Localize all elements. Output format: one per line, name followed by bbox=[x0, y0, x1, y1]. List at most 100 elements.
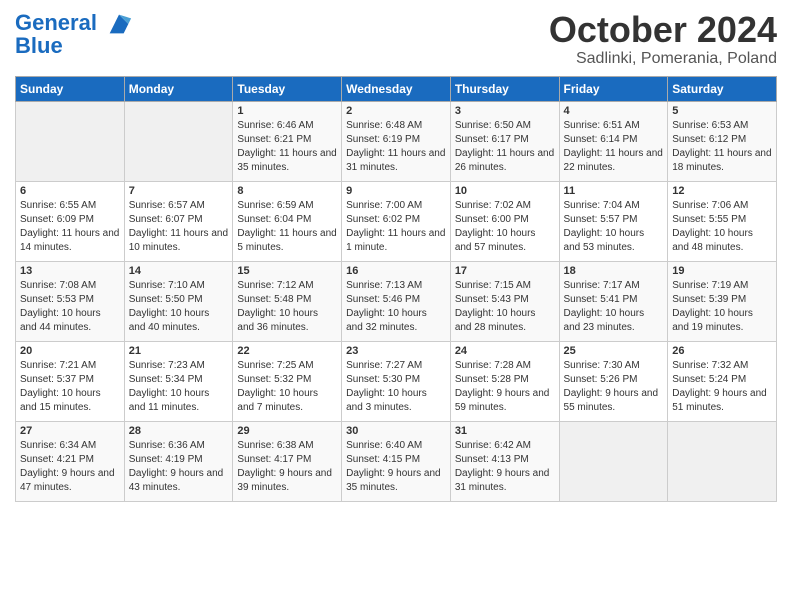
day-info: Sunrise: 7:19 AMSunset: 5:39 PMDaylight:… bbox=[672, 279, 772, 335]
calendar-cell: 9Sunrise: 7:00 AMSunset: 6:02 PMDaylight… bbox=[342, 181, 451, 261]
day-number: 13 bbox=[20, 265, 120, 277]
day-number: 7 bbox=[129, 185, 229, 197]
calendar-cell: 22 Sunrise: 7:25 AMSunset: 5:32 PMDayligh… bbox=[233, 341, 342, 421]
calendar-cell: 5Sunrise: 6:53 AMSunset: 6:12 PMDaylight… bbox=[668, 101, 777, 181]
day-info: Sunrise: 7:15 AMSunset: 5:43 PMDaylight:… bbox=[455, 279, 555, 335]
day-info: Sunrise: 7:08 AMSunset: 5:53 PMDaylight:… bbox=[20, 279, 120, 335]
day-number: 22 bbox=[237, 345, 337, 357]
day-number: 4 bbox=[564, 105, 664, 117]
day-info: Sunrise: 7:02 AMSunset: 6:00 PMDaylight:… bbox=[455, 199, 555, 255]
day-number: 3 bbox=[455, 105, 555, 117]
day-info: Sunrise: 7:04 AMSunset: 5:57 PMDaylight:… bbox=[564, 199, 664, 255]
day-number: 27 bbox=[20, 425, 120, 437]
day-number: 16 bbox=[346, 265, 446, 277]
day-header-friday: Friday bbox=[559, 76, 668, 101]
day-number: 30 bbox=[346, 425, 446, 437]
day-number: 28 bbox=[129, 425, 229, 437]
day-number: 12 bbox=[672, 185, 772, 197]
day-info: Sunrise: 7:00 AMSunset: 6:02 PMDaylight:… bbox=[346, 199, 446, 255]
calendar-cell bbox=[559, 421, 668, 501]
day-header-wednesday: Wednesday bbox=[342, 76, 451, 101]
week-row-1: 1Sunrise: 6:46 AMSunset: 6:21 PMDaylight… bbox=[16, 101, 777, 181]
day-number: 31 bbox=[455, 425, 555, 437]
day-info: Sunrise: 6:55 AMSunset: 6:09 PMDaylight:… bbox=[20, 199, 120, 255]
day-info: Sunrise: 7:12 AMSunset: 5:48 PMDaylight:… bbox=[237, 279, 337, 335]
calendar-cell: 29 Sunrise: 6:38 AMSunset: 4:17 PMDayligh… bbox=[233, 421, 342, 501]
day-info: Sunrise: 7:30 AMSunset: 5:26 PMDaylight:… bbox=[564, 359, 664, 415]
day-number: 17 bbox=[455, 265, 555, 277]
day-number: 8 bbox=[237, 185, 337, 197]
calendar-cell: 12 Sunrise: 7:06 AMSunset: 5:55 PMDayligh… bbox=[668, 181, 777, 261]
day-number: 6 bbox=[20, 185, 120, 197]
day-number: 10 bbox=[455, 185, 555, 197]
day-number: 26 bbox=[672, 345, 772, 357]
day-number: 14 bbox=[129, 265, 229, 277]
calendar-table: SundayMondayTuesdayWednesdayThursdayFrid… bbox=[15, 76, 777, 502]
day-number: 19 bbox=[672, 265, 772, 277]
calendar-cell: 16 Sunrise: 7:13 AMSunset: 5:46 PMDayligh… bbox=[342, 261, 451, 341]
calendar-cell: 28Sunrise: 6:36 AMSunset: 4:19 PMDayligh… bbox=[124, 421, 233, 501]
main-container: General Blue October 2024 Sadlinki, Pome… bbox=[0, 0, 792, 507]
calendar-cell: 18Sunrise: 7:17 AMSunset: 5:41 PMDayligh… bbox=[559, 261, 668, 341]
day-number: 24 bbox=[455, 345, 555, 357]
calendar-cell: 2 Sunrise: 6:48 AMSunset: 6:19 PMDaylight… bbox=[342, 101, 451, 181]
day-info: Sunrise: 7:32 AMSunset: 5:24 PMDaylight:… bbox=[672, 359, 772, 415]
week-row-2: 6 Sunrise: 6:55 AMSunset: 6:09 PMDaylight… bbox=[16, 181, 777, 261]
day-header-saturday: Saturday bbox=[668, 76, 777, 101]
day-info: Sunrise: 7:21 AMSunset: 5:37 PMDaylight:… bbox=[20, 359, 120, 415]
day-info: Sunrise: 6:59 AMSunset: 6:04 PMDaylight:… bbox=[237, 199, 337, 255]
day-header-tuesday: Tuesday bbox=[233, 76, 342, 101]
calendar-cell: 21Sunrise: 7:23 AMSunset: 5:34 PMDayligh… bbox=[124, 341, 233, 421]
logo: General Blue bbox=[15, 10, 133, 58]
day-header-sunday: Sunday bbox=[16, 76, 125, 101]
day-info: Sunrise: 6:46 AMSunset: 6:21 PMDaylight:… bbox=[237, 119, 337, 175]
calendar-cell: 1Sunrise: 6:46 AMSunset: 6:21 PMDaylight… bbox=[233, 101, 342, 181]
month-title: October 2024 bbox=[549, 10, 777, 50]
calendar-cell: 8 Sunrise: 6:59 AMSunset: 6:04 PMDaylight… bbox=[233, 181, 342, 261]
calendar-cell: 30Sunrise: 6:40 AMSunset: 4:15 PMDayligh… bbox=[342, 421, 451, 501]
calendar-cell: 31 Sunrise: 6:42 AMSunset: 4:13 PMDayligh… bbox=[450, 421, 559, 501]
day-info: Sunrise: 7:25 AMSunset: 5:32 PMDaylight:… bbox=[237, 359, 337, 415]
week-row-3: 13 Sunrise: 7:08 AMSunset: 5:53 PMDayligh… bbox=[16, 261, 777, 341]
day-number: 29 bbox=[237, 425, 337, 437]
day-info: Sunrise: 6:57 AMSunset: 6:07 PMDaylight:… bbox=[129, 199, 229, 255]
calendar-cell: 4 Sunrise: 6:51 AMSunset: 6:14 PMDaylight… bbox=[559, 101, 668, 181]
calendar-cell: 27Sunrise: 6:34 AMSunset: 4:21 PMDayligh… bbox=[16, 421, 125, 501]
calendar-cell: 25 Sunrise: 7:30 AMSunset: 5:26 PMDayligh… bbox=[559, 341, 668, 421]
calendar-cell: 10 Sunrise: 7:02 AMSunset: 6:00 PMDayligh… bbox=[450, 181, 559, 261]
logo-icon bbox=[105, 10, 133, 38]
calendar-cell: 26 Sunrise: 7:32 AMSunset: 5:24 PMDayligh… bbox=[668, 341, 777, 421]
day-info: Sunrise: 7:28 AMSunset: 5:28 PMDaylight:… bbox=[455, 359, 555, 415]
calendar-cell: 19 Sunrise: 7:19 AMSunset: 5:39 PMDayligh… bbox=[668, 261, 777, 341]
day-number: 11 bbox=[564, 185, 664, 197]
title-block: October 2024 Sadlinki, Pomerania, Poland bbox=[549, 10, 777, 68]
calendar-cell: 11 Sunrise: 7:04 AMSunset: 5:57 PMDayligh… bbox=[559, 181, 668, 261]
day-info: Sunrise: 7:17 AMSunset: 5:41 PMDaylight:… bbox=[564, 279, 664, 335]
day-info: Sunrise: 7:10 AMSunset: 5:50 PMDaylight:… bbox=[129, 279, 229, 335]
day-info: Sunrise: 7:13 AMSunset: 5:46 PMDaylight:… bbox=[346, 279, 446, 335]
day-info: Sunrise: 6:42 AMSunset: 4:13 PMDaylight:… bbox=[455, 439, 555, 495]
calendar-cell bbox=[668, 421, 777, 501]
day-number: 25 bbox=[564, 345, 664, 357]
calendar-cell: 14 Sunrise: 7:10 AMSunset: 5:50 PMDayligh… bbox=[124, 261, 233, 341]
day-info: Sunrise: 7:23 AMSunset: 5:34 PMDaylight:… bbox=[129, 359, 229, 415]
calendar-cell: 3Sunrise: 6:50 AMSunset: 6:17 PMDaylight… bbox=[450, 101, 559, 181]
calendar-cell: 24 Sunrise: 7:28 AMSunset: 5:28 PMDayligh… bbox=[450, 341, 559, 421]
day-info: Sunrise: 6:48 AMSunset: 6:19 PMDaylight:… bbox=[346, 119, 446, 175]
calendar-cell bbox=[16, 101, 125, 181]
day-number: 20 bbox=[20, 345, 120, 357]
day-number: 2 bbox=[346, 105, 446, 117]
day-header-thursday: Thursday bbox=[450, 76, 559, 101]
day-header-monday: Monday bbox=[124, 76, 233, 101]
day-number: 23 bbox=[346, 345, 446, 357]
day-info: Sunrise: 6:53 AMSunset: 6:12 PMDaylight:… bbox=[672, 119, 772, 175]
week-row-5: 27Sunrise: 6:34 AMSunset: 4:21 PMDayligh… bbox=[16, 421, 777, 501]
day-info: Sunrise: 6:51 AMSunset: 6:14 PMDaylight:… bbox=[564, 119, 664, 175]
calendar-cell: 17 Sunrise: 7:15 AMSunset: 5:43 PMDayligh… bbox=[450, 261, 559, 341]
location: Sadlinki, Pomerania, Poland bbox=[549, 50, 777, 68]
day-info: Sunrise: 6:38 AMSunset: 4:17 PMDaylight:… bbox=[237, 439, 337, 495]
calendar-cell: 6 Sunrise: 6:55 AMSunset: 6:09 PMDaylight… bbox=[16, 181, 125, 261]
week-row-4: 20 Sunrise: 7:21 AMSunset: 5:37 PMDayligh… bbox=[16, 341, 777, 421]
day-info: Sunrise: 7:06 AMSunset: 5:55 PMDaylight:… bbox=[672, 199, 772, 255]
calendar-cell: 23Sunrise: 7:27 AMSunset: 5:30 PMDayligh… bbox=[342, 341, 451, 421]
